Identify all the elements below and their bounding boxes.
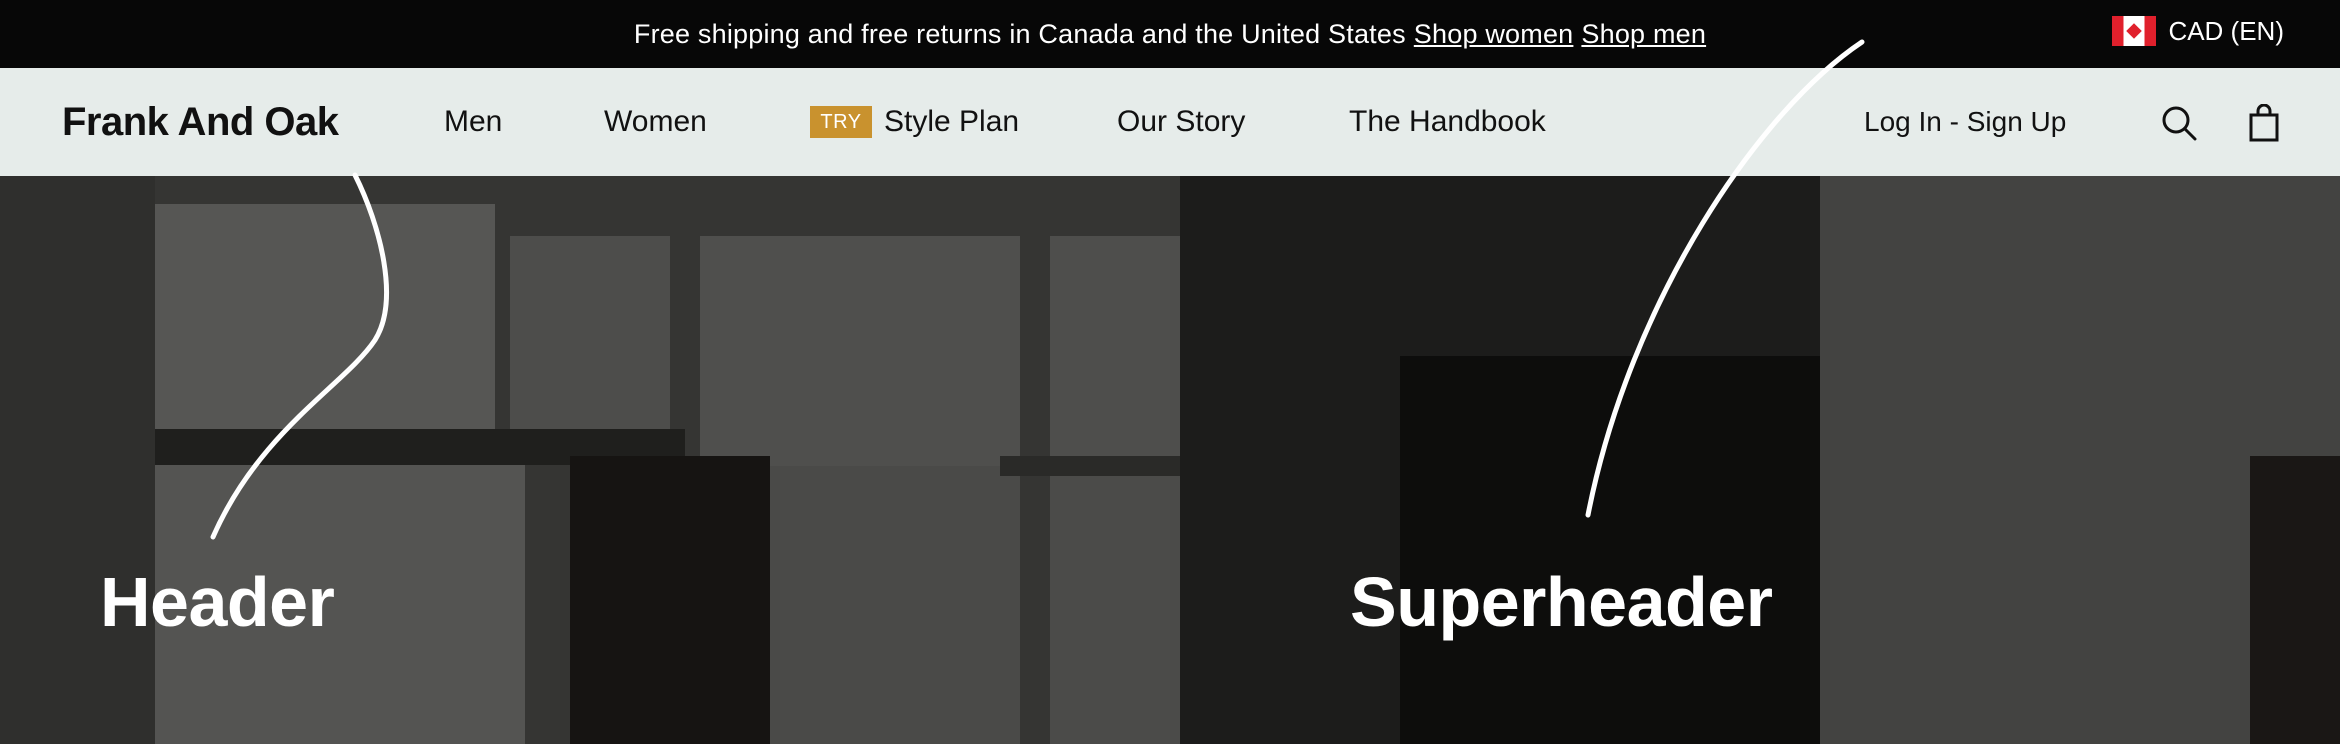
annotation-arrows [210,39,1865,540]
superheader-annotation-label: Superheader [1350,563,1773,641]
header-annotation-label: Header [100,563,335,641]
